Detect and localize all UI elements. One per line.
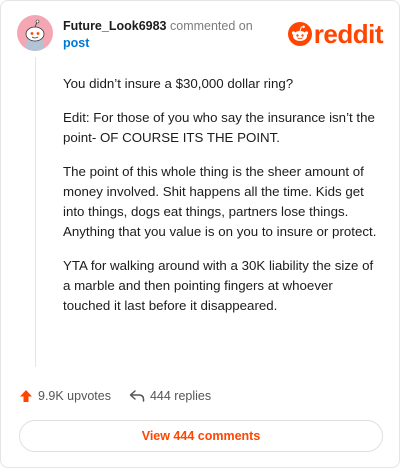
comment-actions: 9.9K upvotes 444 replies — [19, 385, 229, 407]
upvote-arrow-icon — [20, 390, 32, 402]
thread-line[interactable] — [35, 57, 36, 367]
comment-paragraph: Edit: For those of you who say the insur… — [63, 110, 375, 145]
comment-header: Future_Look6983 commented on post reddit — [17, 15, 384, 55]
comment-meta: Future_Look6983 commented on post — [63, 18, 273, 52]
view-comments-button[interactable]: View 444 comments — [19, 420, 383, 452]
username-link[interactable]: Future_Look6983 — [63, 19, 167, 33]
upvote-button[interactable]: 9.9K upvotes — [19, 389, 111, 403]
comment-body: You didn’t insure a $30,000 dollar ring?… — [63, 74, 381, 330]
replies-button[interactable]: 444 replies — [129, 389, 211, 403]
post-link[interactable]: post — [63, 35, 273, 52]
comment-card: Future_Look6983 commented on post reddit… — [0, 0, 400, 468]
avatar[interactable] — [17, 15, 53, 51]
upvote-count: 9.9K upvotes — [38, 389, 111, 403]
comment-paragraph: You didn’t insure a $30,000 dollar ring? — [63, 76, 294, 91]
reddit-logo[interactable]: reddit — [287, 19, 384, 49]
snoo-avatar-icon — [25, 19, 45, 51]
reddit-wordmark: reddit — [313, 19, 384, 49]
reply-arrow-icon — [129, 390, 145, 402]
comment-paragraph: The point of this whole thing is the she… — [63, 164, 377, 239]
reply-count: 444 replies — [149, 389, 212, 403]
reddit-logo-icon — [287, 22, 312, 46]
comment-paragraph: YTA for walking around with a 30K liabil… — [63, 258, 374, 313]
action-text: commented on — [170, 19, 253, 33]
